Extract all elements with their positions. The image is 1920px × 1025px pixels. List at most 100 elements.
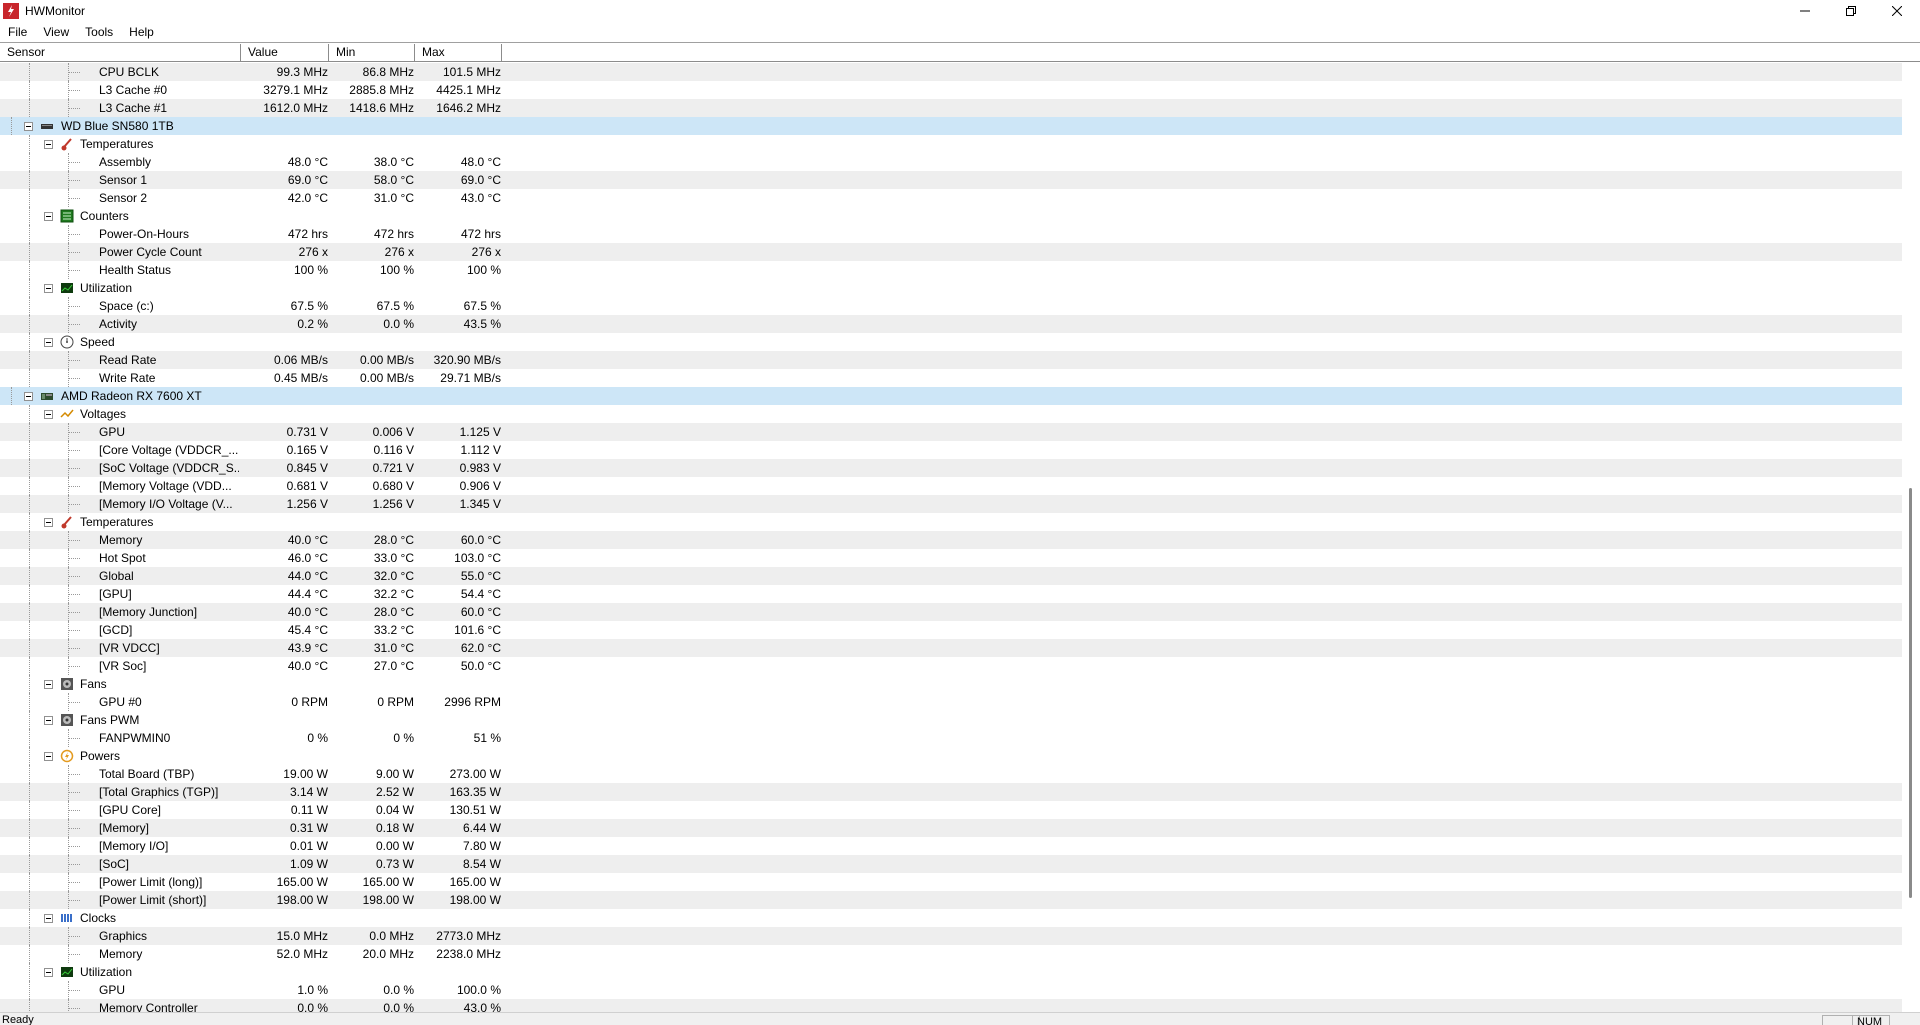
- table-row[interactable]: [VR Soc] 40.0 °C 27.0 °C 50.0 °C: [0, 657, 1902, 675]
- collapse-toggle[interactable]: [44, 716, 53, 725]
- sensor-value: 0.01 W: [289, 839, 328, 853]
- collapse-toggle[interactable]: [24, 392, 33, 401]
- group-row[interactable]: Counters: [0, 207, 1902, 225]
- table-row[interactable]: FANPWMIN0 0 % 0 % 51 %: [0, 729, 1902, 747]
- sensor-label: Memory Controller: [99, 1001, 198, 1012]
- table-row[interactable]: Graphics 15.0 MHz 0.0 MHz 2773.0 MHz: [0, 927, 1902, 945]
- group-label: Counters: [80, 209, 129, 223]
- table-row[interactable]: L3 Cache #0 3279.1 MHz 2885.8 MHz 4425.1 MH…: [0, 81, 1902, 99]
- table-row[interactable]: [SoC] 1.09 W 0.73 W 8.54 W: [0, 855, 1902, 873]
- table-row[interactable]: Read Rate 0.06 MB/s 0.00 MB/s 320.90 MB/s: [0, 351, 1902, 369]
- menu-tools[interactable]: Tools: [77, 25, 121, 39]
- table-row[interactable]: CPU BCLK 99.3 MHz 86.8 MHz 101.5 MHz: [0, 63, 1902, 81]
- table-row[interactable]: Write Rate 0.45 MB/s 0.00 MB/s 29.71 MB/s: [0, 369, 1902, 387]
- sensor-tree[interactable]: CPU BCLK 99.3 MHz 86.8 MHz 101.5 MHz L3 Cach…: [0, 63, 1902, 1012]
- column-header-value[interactable]: Value: [241, 44, 329, 61]
- restore-button[interactable]: [1828, 0, 1874, 22]
- scrollbar-thumb[interactable]: [1909, 488, 1912, 898]
- sensor-label: [Power Limit (short)]: [99, 893, 207, 907]
- collapse-toggle[interactable]: [44, 968, 53, 977]
- table-row[interactable]: [GPU] 44.4 °C 32.2 °C 54.4 °C: [0, 585, 1902, 603]
- table-row[interactable]: L3 Cache #1 1612.0 MHz 1418.6 MHz 1646.2 MH…: [0, 99, 1902, 117]
- table-row[interactable]: [Core Voltage (VDDCR_... 0.165 V 0.116 V 1.…: [0, 441, 1902, 459]
- table-row[interactable]: [Memory I/O Voltage (V... 1.256 V 1.256 V 1…: [0, 495, 1902, 513]
- table-row[interactable]: Sensor 1 69.0 °C 58.0 °C 69.0 °C: [0, 171, 1902, 189]
- group-label: Utilization: [80, 965, 133, 979]
- close-button[interactable]: [1874, 0, 1920, 22]
- group-row[interactable]: Fans: [0, 675, 1902, 693]
- column-header-max[interactable]: Max: [415, 44, 502, 61]
- minimize-button[interactable]: [1782, 0, 1828, 22]
- tree-connector: [68, 360, 80, 362]
- sensor-value: 0.165 V: [286, 443, 328, 457]
- group-row[interactable]: Speed: [0, 333, 1902, 351]
- tree-connector: [68, 999, 69, 1012]
- group-row[interactable]: Powers: [0, 747, 1902, 765]
- table-row[interactable]: [Total Graphics (TGP)] 3.14 W 2.52 W 163.35…: [0, 783, 1902, 801]
- sensor-value: 0 RPM: [291, 695, 328, 709]
- table-row[interactable]: GPU 0.731 V 0.006 V 1.125 V: [0, 423, 1902, 441]
- table-row[interactable]: Hot Spot 46.0 °C 33.0 °C 103.0 °C: [0, 549, 1902, 567]
- table-row[interactable]: Health Status 100 % 100 % 100 %: [0, 261, 1902, 279]
- group-row[interactable]: Utilization: [0, 963, 1902, 981]
- table-row[interactable]: [GCD] 45.4 °C 33.2 °C 101.6 °C: [0, 621, 1902, 639]
- collapse-toggle[interactable]: [24, 122, 33, 131]
- table-row[interactable]: [SoC Voltage (VDDCR_S... 0.845 V 0.721 V 0.…: [0, 459, 1902, 477]
- table-row[interactable]: [Memory I/O] 0.01 W 0.00 W 7.80 W: [0, 837, 1902, 855]
- table-row[interactable]: [GPU Core] 0.11 W 0.04 W 130.51 W: [0, 801, 1902, 819]
- table-row[interactable]: Global 44.0 °C 32.0 °C 55.0 °C: [0, 567, 1902, 585]
- sensor-max: 1.125 V: [459, 425, 501, 439]
- collapse-toggle[interactable]: [44, 140, 53, 149]
- table-row[interactable]: Assembly 48.0 °C 38.0 °C 48.0 °C: [0, 153, 1902, 171]
- collapse-toggle[interactable]: [44, 680, 53, 689]
- collapse-toggle[interactable]: [44, 752, 53, 761]
- tree-connector: [29, 459, 30, 477]
- tree-connector: [29, 675, 30, 693]
- table-row[interactable]: [Memory Junction] 40.0 °C 28.0 °C 60.0 °C: [0, 603, 1902, 621]
- table-row[interactable]: [Power Limit (short)] 198.00 W 198.00 W 198…: [0, 891, 1902, 909]
- table-row[interactable]: [VR VDCC] 43.9 °C 31.0 °C 62.0 °C: [0, 639, 1902, 657]
- table-row[interactable]: Sensor 2 42.0 °C 31.0 °C 43.0 °C: [0, 189, 1902, 207]
- column-header-min[interactable]: Min: [329, 44, 415, 61]
- table-row[interactable]: Power-On-Hours 472 hrs 472 hrs 472 hrs: [0, 225, 1902, 243]
- table-row[interactable]: GPU 1.0 % 0.0 % 100.0 %: [0, 981, 1902, 999]
- table-row[interactable]: Space (c:) 67.5 % 67.5 % 67.5 %: [0, 297, 1902, 315]
- group-row[interactable]: Fans PWM: [0, 711, 1902, 729]
- group-row[interactable]: Temperatures: [0, 513, 1902, 531]
- group-row[interactable]: Temperatures: [0, 135, 1902, 153]
- vertical-scrollbar[interactable]: [1902, 63, 1920, 1012]
- column-header-sensor[interactable]: Sensor: [0, 44, 241, 61]
- table-row[interactable]: Activity 0.2 % 0.0 % 43.5 %: [0, 315, 1902, 333]
- tree-connector: [29, 99, 30, 117]
- sensor-value: 0.06 MB/s: [273, 353, 328, 367]
- table-row[interactable]: Memory 52.0 MHz 20.0 MHz 2238.0 MHz: [0, 945, 1902, 963]
- table-row[interactable]: Total Board (TBP) 19.00 W 9.00 W 273.00 W: [0, 765, 1902, 783]
- collapse-toggle[interactable]: [44, 338, 53, 347]
- table-row[interactable]: Power Cycle Count 276 x 276 x 276 x: [0, 243, 1902, 261]
- device-row[interactable]: WD Blue SN580 1TB: [0, 117, 1902, 135]
- menu-view[interactable]: View: [35, 25, 77, 39]
- tree-connector: [68, 252, 80, 254]
- table-row[interactable]: Memory 40.0 °C 28.0 °C 60.0 °C: [0, 531, 1902, 549]
- table-row[interactable]: [Power Limit (long)] 165.00 W 165.00 W 165.…: [0, 873, 1902, 891]
- device-row[interactable]: AMD Radeon RX 7600 XT: [0, 387, 1902, 405]
- group-row[interactable]: Utilization: [0, 279, 1902, 297]
- table-row[interactable]: GPU #0 0 RPM 0 RPM 2996 RPM: [0, 693, 1902, 711]
- collapse-toggle[interactable]: [44, 410, 53, 419]
- sensor-max: 472 hrs: [460, 227, 501, 241]
- utilization-icon: [60, 965, 74, 979]
- table-row[interactable]: [Memory] 0.31 W 0.18 W 6.44 W: [0, 819, 1902, 837]
- sensor-min: 0.006 V: [372, 425, 414, 439]
- table-row[interactable]: [Memory Voltage (VDD... 0.681 V 0.680 V 0.9…: [0, 477, 1902, 495]
- tree-connector: [68, 324, 80, 326]
- sensor-min: 32.0 °C: [373, 569, 414, 583]
- group-row[interactable]: Clocks: [0, 909, 1902, 927]
- menu-help[interactable]: Help: [121, 25, 162, 39]
- table-row[interactable]: Memory Controller 0.0 % 0.0 % 43.0 %: [0, 999, 1902, 1012]
- menu-file[interactable]: File: [0, 25, 35, 39]
- collapse-toggle[interactable]: [44, 518, 53, 527]
- collapse-toggle[interactable]: [44, 284, 53, 293]
- group-row[interactable]: Voltages: [0, 405, 1902, 423]
- collapse-toggle[interactable]: [44, 212, 53, 221]
- collapse-toggle[interactable]: [44, 914, 53, 923]
